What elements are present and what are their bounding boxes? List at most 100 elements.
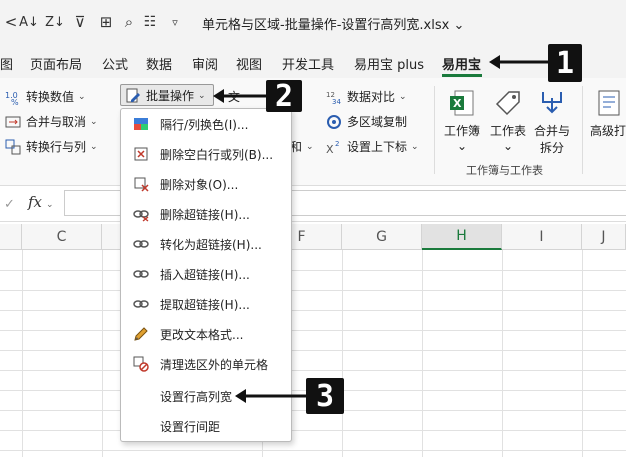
- data-compare-label: 数据对比: [347, 90, 396, 104]
- menu-item-label: 隔行/列换色(I)...: [160, 117, 249, 132]
- column-header-i[interactable]: I: [502, 224, 582, 250]
- tab-easyuse-plus[interactable]: 易用宝 plus: [354, 54, 424, 73]
- tab-developer[interactable]: 开发工具: [282, 54, 334, 73]
- convert-link-icon: [133, 240, 149, 248]
- merge-unmerge-label: 合并与取消: [26, 115, 87, 129]
- grid-line: [422, 250, 423, 457]
- menu-item-label: 更改文本格式...: [160, 327, 244, 342]
- grid-line: [102, 250, 103, 457]
- tab-review[interactable]: 审阅: [192, 54, 218, 73]
- svg-text:X: X: [453, 97, 462, 110]
- svg-text:X: X: [326, 143, 334, 155]
- confirm-icon[interactable]: ✓: [4, 194, 15, 214]
- chevron-down-icon[interactable]: ⌄: [46, 195, 54, 215]
- menu-item-change-text-format[interactable]: 更改文本格式...: [121, 319, 291, 349]
- chevron-down-icon: ⌄: [198, 90, 206, 101]
- column-header-c[interactable]: C: [22, 224, 102, 250]
- menu-item-label: 清理选区外的单元格: [160, 357, 269, 372]
- grid-line: [0, 330, 626, 331]
- partial-button[interactable]: 和 ⌄: [290, 138, 314, 155]
- window-title-text: 单元格与区域-批量操作-设置行高列宽.xlsx: [202, 18, 450, 33]
- insert-function-icon[interactable]: fx: [28, 193, 42, 211]
- worksheet-button[interactable]: 工作表 ⌄: [490, 88, 526, 153]
- chevron-down-icon: ⌄: [90, 141, 98, 152]
- tab-easyuse[interactable]: 易用宝: [442, 54, 481, 73]
- data-compare-icon: 1234: [326, 91, 341, 105]
- borders-icon[interactable]: ⊞: [96, 12, 116, 32]
- convert-row-col-button[interactable]: 转换行与列 ⌄: [5, 138, 98, 155]
- filter-icon[interactable]: ⊽: [70, 12, 90, 32]
- workbook-label: 工作簿: [444, 124, 481, 138]
- menu-item-label: 设置行高列宽: [160, 389, 233, 404]
- multi-copy-label: 多区域复制: [347, 115, 408, 129]
- title-caret-icon[interactable]: ⌄: [453, 18, 464, 33]
- merge-split-label-2: 拆分: [540, 141, 565, 155]
- tab-view[interactable]: 视图: [236, 54, 262, 73]
- menu-item-label: 删除对象(O)...: [160, 177, 239, 192]
- svg-text:34: 34: [332, 98, 341, 105]
- tab-page-layout[interactable]: 页面布局: [30, 54, 82, 73]
- color-stripe-icon: [134, 118, 148, 130]
- menu-item-label: 插入超链接(H)...: [160, 267, 250, 282]
- menu-item-convert-link[interactable]: 转化为超链接(H)...: [121, 229, 291, 259]
- clear-outside-icon: [133, 356, 149, 372]
- merge-split-label-1: 合并与: [534, 124, 571, 138]
- tab-data[interactable]: 数据: [146, 54, 172, 73]
- merge-unmerge-button[interactable]: 合并与取消 ⌄: [5, 113, 98, 130]
- annotation-badge-3: 3: [306, 378, 344, 414]
- delete-blank-icon: [134, 147, 148, 161]
- worksheet-tag-icon: [495, 91, 520, 116]
- worksheet-label: 工作表: [490, 124, 527, 138]
- grid-line: [0, 450, 626, 451]
- grid-line: [342, 250, 343, 457]
- menu-item-extract-link[interactable]: 提取超链接(H)...: [121, 289, 291, 319]
- form-icon[interactable]: ☷: [140, 12, 160, 32]
- column-header-g[interactable]: G: [342, 224, 422, 250]
- sort-ascending-icon[interactable]: A↓: [18, 12, 40, 32]
- advanced-print-icon: [598, 90, 620, 116]
- superscript-icon: X2: [326, 140, 339, 155]
- sort-descending-icon[interactable]: Z↓: [44, 12, 66, 32]
- chevron-down-icon: ⌄: [306, 141, 314, 152]
- active-tab-indicator: [442, 74, 482, 77]
- batch-ops-button[interactable]: 批量操作 ⌄: [125, 87, 206, 104]
- advanced-print-button[interactable]: 高级打: [590, 88, 626, 139]
- multi-copy-icon: [327, 114, 341, 129]
- menu-item-delete-blank[interactable]: 删除空白行或列(B)...: [121, 139, 291, 169]
- multi-copy-button[interactable]: 多区域复制: [326, 113, 407, 130]
- chevron-down-icon: ⌄: [78, 91, 86, 102]
- convert-values-button[interactable]: 1.0% 转换数值 ⌄: [5, 88, 86, 105]
- undo-icon[interactable]: <: [4, 12, 18, 32]
- grid-line: [22, 250, 23, 457]
- column-header-h[interactable]: H: [422, 224, 502, 250]
- convert-values-label: 转换数值: [26, 90, 75, 104]
- grid-line: [0, 370, 626, 371]
- column-header-partial[interactable]: [0, 224, 22, 250]
- column-header-j[interactable]: J: [582, 224, 626, 250]
- annotation-badge-1: 1: [548, 44, 582, 82]
- menu-item-delete-object[interactable]: 删除对象(O)...: [121, 169, 291, 199]
- menu-item-set-row-spacing[interactable]: 设置行间距: [121, 411, 291, 441]
- menu-item-delete-link[interactable]: 删除超链接(H)...: [121, 199, 291, 229]
- customize-qat-icon[interactable]: ▿: [168, 12, 182, 32]
- chevron-down-icon: ⌄: [456, 139, 468, 153]
- set-up-down-button[interactable]: X2 设置上下标 ⌄: [326, 138, 419, 155]
- menu-item-insert-link[interactable]: 插入超链接(H)...: [121, 259, 291, 289]
- annotation-badge-2: 2: [266, 79, 302, 114]
- menu-item-clear-outside[interactable]: 清理选区外的单元格: [121, 349, 291, 379]
- chevron-down-icon: ⌄: [90, 116, 98, 127]
- transpose-icon: [5, 139, 21, 154]
- menu-item-alternate-color[interactable]: 隔行/列换色(I)...: [121, 109, 291, 139]
- workbook-button[interactable]: X 工作簿 ⌄: [444, 88, 480, 153]
- menu-item-label: 提取超链接(H)...: [160, 297, 250, 312]
- tab-formulas[interactable]: 公式: [102, 54, 128, 73]
- advanced-print-label: 高级打: [590, 124, 626, 138]
- batch-edit-icon: [126, 88, 140, 102]
- data-compare-button[interactable]: 12 34 数据对比 ⌄: [326, 88, 407, 105]
- search-icon[interactable]: ⌕: [118, 12, 140, 32]
- merge-split-button[interactable]: 合并与 拆分: [534, 88, 570, 156]
- tab-insert-partial[interactable]: 图: [0, 54, 13, 73]
- batch-ops-label: 批量操作: [146, 89, 195, 103]
- merge-cells-icon: [5, 116, 21, 127]
- ribbon-group-divider: [434, 86, 435, 174]
